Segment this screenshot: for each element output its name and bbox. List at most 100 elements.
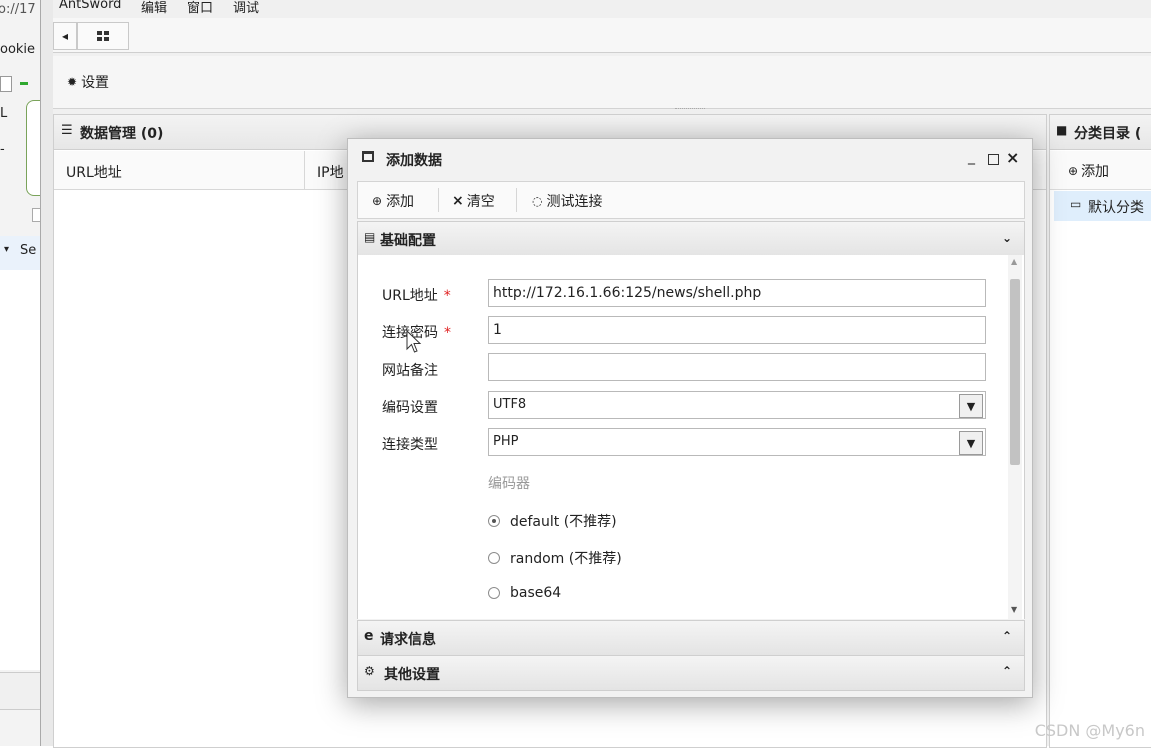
gears-icon: ⚙	[364, 664, 375, 678]
menu-antsword[interactable]: AntSword	[59, 0, 121, 12]
window-divider[interactable]	[40, 0, 54, 746]
column-ip-label: IP地	[317, 165, 344, 181]
scroll-up-icon[interactable]: ▲	[1011, 257, 1017, 266]
watermark: CSDN @My6n	[1034, 721, 1145, 740]
grid-icon	[96, 31, 109, 41]
test-connection-button[interactable]: ◌ 测试连接	[532, 191, 602, 211]
chevron-up-icon: ⌃	[1002, 629, 1013, 643]
ie-icon: e	[364, 628, 374, 644]
note-label: 网站备注	[382, 363, 438, 379]
left-minus-icon	[20, 82, 28, 85]
folder-icon: ■	[1056, 123, 1068, 137]
encoding-select[interactable]: UTF8 ▼	[488, 391, 986, 419]
chevron-down-icon: ▼	[959, 431, 983, 455]
left-se-fragment: Se	[20, 243, 37, 258]
column-url-label: URL地址	[66, 165, 122, 181]
request-info-header[interactable]: e 请求信息 ⌃	[357, 620, 1025, 656]
left-url-fragment: o://17	[0, 2, 36, 17]
chevron-down-icon: ⌄	[1002, 231, 1013, 245]
scroll-down-icon[interactable]: ▼	[1011, 605, 1017, 614]
caret-left-icon: ◂	[61, 29, 69, 43]
category-toolbar: ⊕ 添加	[1050, 151, 1151, 190]
encoder-radio-base64[interactable]: base64	[488, 585, 561, 601]
type-value: PHP	[493, 434, 519, 449]
left-dropdown[interactable]	[0, 76, 12, 92]
type-label: 连接类型	[382, 437, 438, 453]
settings-label: 设置	[81, 75, 110, 91]
left-text-area[interactable]	[26, 100, 40, 196]
category-add-label: 添加	[1081, 164, 1110, 180]
minimize-icon[interactable]: _	[968, 149, 975, 165]
tab-scroll-left-button[interactable]: ◂	[53, 22, 77, 50]
encoder-base64-label: base64	[510, 585, 562, 601]
scrollbar-thumb[interactable]	[1010, 279, 1020, 465]
add-button[interactable]: ⊕ 添加	[372, 191, 414, 211]
menu-debug[interactable]: 调试	[233, 0, 259, 16]
radio-unchecked-icon	[488, 587, 500, 599]
left-arrow-icon: ▾	[4, 244, 10, 255]
other-settings-title: 其他设置	[384, 667, 440, 683]
request-info-title: 请求信息	[380, 632, 436, 648]
encoder-random-label: random (不推荐)	[510, 551, 622, 567]
main-toolbar: ✹ 设置	[53, 56, 1151, 109]
chevron-up-icon: ⌃	[1002, 664, 1013, 678]
menu-window[interactable]: 窗口	[187, 0, 213, 16]
tab-home[interactable]	[77, 22, 129, 50]
x-icon: ×	[452, 193, 464, 209]
plus-circle-icon: ⊕	[1068, 164, 1079, 178]
encoding-label: 编码设置	[382, 400, 438, 416]
left-l-fragment: L	[0, 106, 8, 121]
encoder-radio-random[interactable]: random (不推荐)	[488, 548, 622, 568]
category-panel: ■ 分类目录 ( ⊕ 添加 ▭ 默认分类	[1049, 114, 1151, 748]
plus-circle-icon: ⊕	[372, 194, 383, 208]
data-panel-title: 数据管理 (0)	[80, 126, 164, 142]
list-icon: ☰	[61, 123, 73, 138]
splitter-handle[interactable]	[675, 108, 705, 113]
left-footer	[0, 672, 40, 710]
dialog-title: 添加数据	[386, 153, 442, 169]
menu-edit[interactable]: 编辑	[141, 0, 167, 16]
document-icon: ▤	[364, 230, 376, 244]
dialog-toolbar: ⊕ 添加 × 清空 ◌ 测试连接	[357, 181, 1025, 219]
category-item-default[interactable]: ▭ 默认分类	[1054, 191, 1151, 221]
tab-bar: ◂	[53, 18, 1151, 53]
category-add-button[interactable]: ⊕ 添加	[1068, 161, 1109, 181]
clear-label: 清空	[466, 194, 495, 210]
encoder-radio-default[interactable]: default (不推荐)	[488, 511, 617, 531]
basic-config-title: 基础配置	[380, 233, 436, 249]
encoder-default-label: default (不推荐)	[510, 514, 617, 530]
category-panel-header: ■ 分类目录 (	[1050, 115, 1151, 150]
add-label: 添加	[386, 194, 415, 210]
close-icon[interactable]: ×	[1006, 148, 1019, 167]
other-settings-header[interactable]: ⚙ 其他设置 ⌃	[357, 655, 1025, 691]
note-input[interactable]	[488, 353, 986, 381]
settings-button[interactable]: ✹ 设置	[67, 72, 109, 92]
left-browser-pane: o://17 ookie L - ▾ Se	[0, 0, 41, 746]
add-data-dialog: 添加数据 _ × ⊕ 添加 × 清空 ◌ 测试连接 ▤ 基础配置 ⌄ URL地址…	[347, 138, 1033, 698]
radio-checked-icon	[488, 515, 500, 527]
spinner-icon: ◌	[532, 194, 543, 208]
left-dash: -	[0, 142, 5, 157]
encoding-value: UTF8	[493, 397, 527, 412]
type-select[interactable]: PHP ▼	[488, 428, 986, 456]
category-panel-title: 分类目录 (	[1074, 126, 1142, 142]
chevron-down-icon: ▼	[959, 394, 983, 418]
left-cookie-fragment: ookie	[0, 42, 36, 57]
encoder-label: 编码器	[488, 476, 530, 492]
form-scrollbar[interactable]: ▲ ▼	[1008, 255, 1022, 619]
column-url[interactable]: URL地址	[54, 151, 305, 190]
window-icon	[362, 151, 374, 162]
menubar: AntSword 编辑 窗口 调试	[53, 0, 1151, 18]
folder-open-icon: ▭	[1070, 197, 1082, 211]
dialog-titlebar[interactable]: 添加数据 _ ×	[348, 139, 1032, 179]
basic-config-header[interactable]: ▤ 基础配置 ⌄	[357, 221, 1025, 257]
mouse-cursor-icon	[406, 330, 422, 353]
url-input[interactable]	[488, 279, 986, 307]
left-row: ▾ Se	[0, 236, 40, 270]
test-connection-label: 测试连接	[546, 194, 603, 210]
maximize-icon[interactable]	[988, 154, 999, 165]
toolbar-separator	[438, 188, 439, 212]
password-input[interactable]	[488, 316, 986, 344]
clear-button[interactable]: × 清空	[452, 191, 495, 211]
basic-config-form: URL地址* 连接密码* 网站备注 编码设置 UTF8 ▼ 连接类型 PHP ▼…	[357, 255, 1025, 619]
